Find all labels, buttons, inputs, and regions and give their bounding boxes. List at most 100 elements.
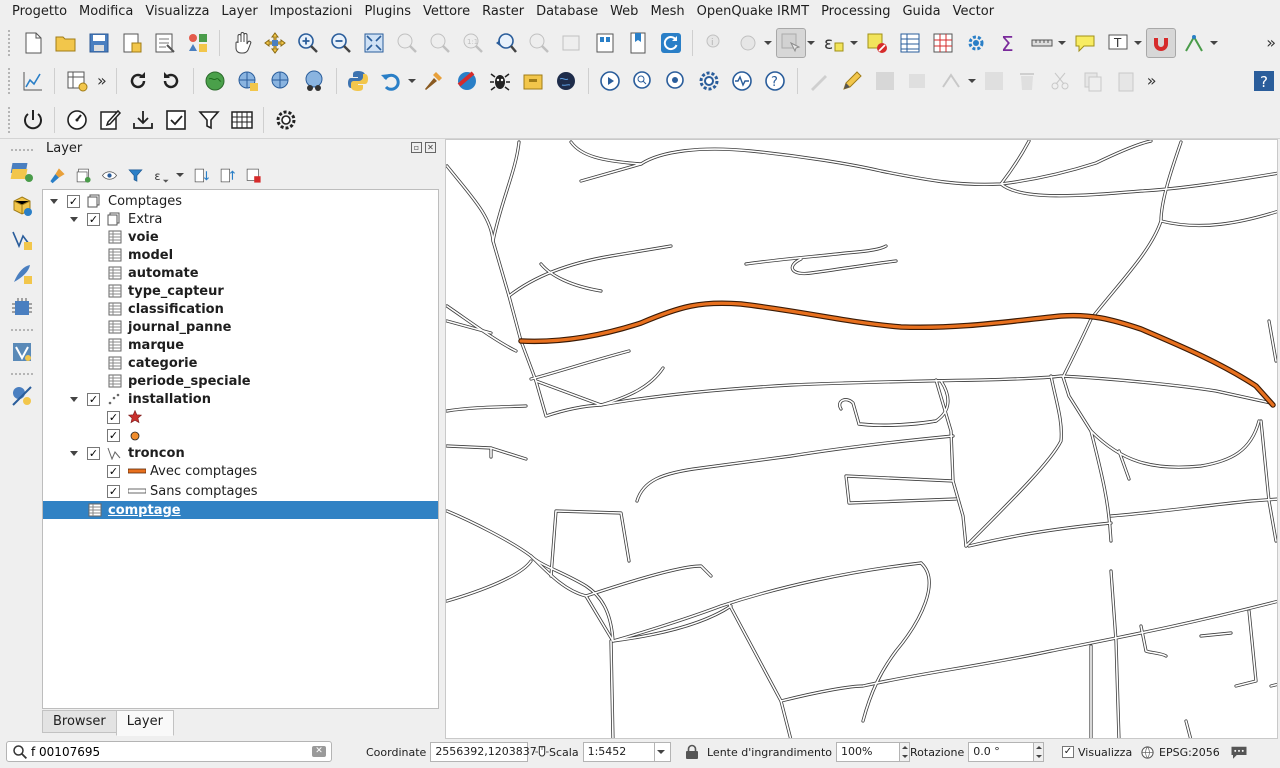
menu-mesh[interactable]: Mesh	[644, 0, 690, 24]
open-attribute-table-icon[interactable]	[895, 28, 925, 58]
expand-chevron-icon[interactable]	[69, 214, 79, 224]
topology-editing-icon[interactable]	[1179, 28, 1209, 58]
layer-tree-row[interactable]: ✓	[43, 426, 438, 444]
add-wfs-layer-icon[interactable]	[233, 66, 263, 96]
layer-tree-row[interactable]: ✓ Avec comptages	[43, 462, 438, 480]
map-tips-icon[interactable]	[1070, 28, 1100, 58]
add-feature-icon[interactable]	[903, 66, 933, 96]
plugin-bug-icon[interactable]	[485, 66, 515, 96]
add-wms-layer-icon[interactable]	[200, 66, 230, 96]
text-annotation-icon[interactable]: T	[1103, 28, 1133, 58]
layer-tree-row[interactable]: ✓ Extra	[43, 210, 438, 228]
add-layer-stack-icon[interactable]	[7, 157, 37, 187]
scale-dropdown-icon[interactable]	[654, 742, 671, 762]
digitizing-tool-icon[interactable]	[804, 66, 834, 96]
magnifier-spinbox[interactable]: 100%	[836, 742, 901, 762]
vertex-tool-icon[interactable]	[936, 66, 966, 96]
toggle-extents-mouse-icon[interactable]	[534, 744, 550, 760]
help-icon[interactable]: ?	[760, 66, 790, 96]
menu-impostazioni[interactable]: Impostazioni	[264, 0, 359, 24]
crs-group[interactable]: EPSG:2056	[1140, 742, 1220, 762]
add-vector-cube-icon[interactable]	[7, 191, 37, 221]
save-project-icon[interactable]	[84, 28, 114, 58]
render-checkbox[interactable]: ✓	[1062, 746, 1074, 758]
zoom-last-icon[interactable]	[491, 28, 521, 58]
menu-plugins[interactable]: Plugins	[358, 0, 417, 24]
add-virtual-layer-icon[interactable]	[7, 337, 37, 367]
new-map-view-icon[interactable]	[557, 28, 587, 58]
layer-tree-row[interactable]: voie	[43, 228, 438, 246]
copy-features-icon[interactable]	[1078, 66, 1108, 96]
toolbar-overflow-icon[interactable]: »	[93, 66, 111, 96]
select-features-icon[interactable]	[775, 28, 806, 58]
search-map-icon[interactable]	[628, 66, 658, 96]
speedometer-icon[interactable]	[62, 105, 92, 135]
play-icon[interactable]	[595, 66, 625, 96]
identify-features-icon[interactable]: i	[700, 28, 730, 58]
toolbar-handle[interactable]	[8, 106, 12, 133]
deselect-features-icon[interactable]	[862, 28, 892, 58]
scale-combobox[interactable]: 1:5452	[582, 742, 655, 762]
messages-group[interactable]	[1230, 742, 1248, 762]
menu-progetto[interactable]: Progetto	[6, 0, 73, 24]
menu-guida[interactable]: Guida	[896, 0, 946, 24]
select-by-expression-icon[interactable]: ε	[819, 28, 849, 58]
menu-layer[interactable]: Layer	[215, 0, 263, 24]
settings-gear-icon[interactable]	[694, 66, 724, 96]
menu-vettore[interactable]: Vettore	[417, 0, 476, 24]
add-feather-layer-icon[interactable]	[7, 259, 37, 289]
paste-features-icon[interactable]	[1111, 66, 1141, 96]
layer-tree-row[interactable]: ✓	[43, 408, 438, 426]
reload-icon[interactable]	[123, 66, 153, 96]
cut-features-icon[interactable]	[1045, 66, 1075, 96]
layer-tree-row[interactable]: ✓ troncon	[43, 444, 438, 462]
undo-icon[interactable]	[376, 66, 406, 96]
layer-visibility-checkbox[interactable]: ✓	[67, 194, 80, 208]
filter-by-expression-icon[interactable]: ε	[150, 164, 172, 186]
layer-tree-row[interactable]: automate	[43, 264, 438, 282]
add-raster-chip-icon[interactable]	[7, 293, 37, 323]
zoom-to-layer-icon[interactable]	[425, 28, 455, 58]
layer-tree-row[interactable]: periode_speciale	[43, 372, 438, 390]
expand-chevron-icon[interactable]	[69, 448, 79, 458]
zoom-next-icon[interactable]	[524, 28, 554, 58]
pan-to-selection-icon[interactable]	[260, 28, 290, 58]
plugin-hammer-icon[interactable]	[419, 66, 449, 96]
zoom-full-icon[interactable]	[359, 28, 389, 58]
spatial-bookmark-icon[interactable]	[623, 28, 653, 58]
menu-vector[interactable]: Vector	[947, 0, 1000, 24]
temporal-controller-icon[interactable]	[590, 28, 620, 58]
magnifier-spin-buttons[interactable]	[900, 742, 911, 762]
snapping-magnet-icon[interactable]	[1145, 28, 1176, 58]
menu-visualizza[interactable]: Visualizza	[139, 0, 215, 24]
menu-raster[interactable]: Raster	[476, 0, 530, 24]
power-icon[interactable]	[18, 105, 48, 135]
new-project-icon[interactable]	[18, 28, 48, 58]
layer-tree-row[interactable]: ✓ installation	[43, 390, 438, 408]
menu-web[interactable]: Web	[604, 0, 644, 24]
locator-search-input[interactable]	[31, 744, 311, 759]
filter-funnel-icon[interactable]	[194, 105, 224, 135]
clear-search-icon[interactable]: ✕	[312, 746, 326, 757]
save-edits-icon[interactable]	[870, 66, 900, 96]
menu-database[interactable]: Database	[530, 0, 604, 24]
toolbar-handle[interactable]	[8, 30, 12, 56]
plugin-color-ramp-icon[interactable]	[452, 66, 482, 96]
manage-visibility-eye-icon[interactable]	[98, 164, 120, 186]
lock-icon[interactable]	[685, 744, 699, 760]
refresh-icon[interactable]	[656, 28, 686, 58]
layer-visibility-checkbox[interactable]: ✓	[107, 410, 120, 424]
add-line-layer-icon[interactable]	[7, 225, 37, 255]
layer-tree-row[interactable]: ✓ Sans comptages	[43, 482, 438, 500]
expand-chevron-icon[interactable]	[69, 394, 79, 404]
measure-line-icon[interactable]	[1027, 28, 1057, 58]
coordinate-field[interactable]: 2556392,1203837	[430, 742, 537, 762]
tab-browser[interactable]: Browser	[42, 710, 117, 733]
statistics-sigma-icon[interactable]: Σ	[994, 28, 1024, 58]
zoom-out-icon[interactable]	[326, 28, 356, 58]
calendar-icon[interactable]	[227, 105, 257, 135]
zoom-settings-icon[interactable]	[661, 66, 691, 96]
remove-layer-icon[interactable]	[242, 164, 264, 186]
layer-visibility-checkbox[interactable]: ✓	[107, 464, 120, 478]
georeferencer-icon[interactable]	[7, 381, 37, 411]
